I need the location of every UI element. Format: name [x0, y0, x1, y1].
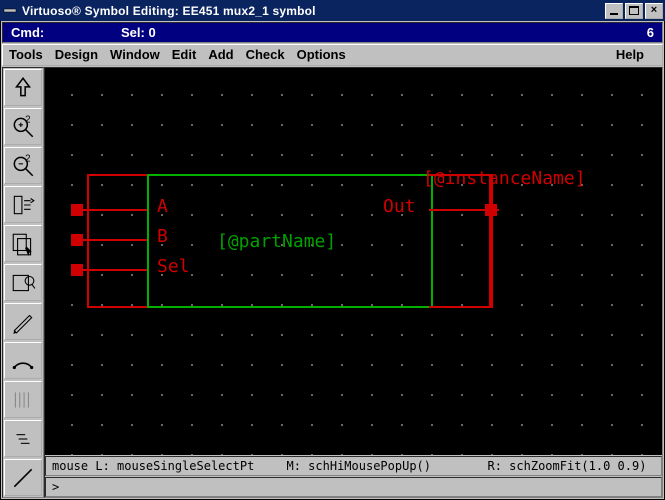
- menu-design[interactable]: Design: [55, 47, 98, 62]
- tool-arc-icon[interactable]: [4, 342, 42, 379]
- status-right: R: schZoomFit(1.0 0.9): [488, 459, 656, 473]
- tool-pencil-icon[interactable]: [4, 303, 42, 340]
- window-titlebar: Virtuoso® Symbol Editing: EE451 mux2_1 s…: [0, 0, 665, 21]
- pin-sel[interactable]: [71, 264, 83, 276]
- label-out: Out: [383, 196, 416, 217]
- pin-out[interactable]: [485, 204, 497, 216]
- tool-select-icon[interactable]: [4, 225, 42, 262]
- status-mid: M: schHiMousePopUp(): [287, 459, 488, 473]
- instancename-label: [@instanceName]: [423, 168, 586, 189]
- menu-edit[interactable]: Edit: [172, 47, 197, 62]
- menu-bar: Tools Design Window Edit Add Check Optio…: [2, 44, 663, 66]
- tool-command-icon[interactable]: [4, 420, 42, 457]
- cmd-label: Cmd:: [11, 25, 121, 40]
- wire-a: [75, 209, 147, 211]
- label-sel: Sel: [157, 256, 190, 277]
- menu-help[interactable]: Help: [616, 47, 644, 62]
- pin-b[interactable]: [71, 234, 83, 246]
- system-menu-icon[interactable]: [2, 3, 18, 19]
- prompt-text: >: [52, 480, 59, 494]
- status-left: mouse L: mouseSingleSelectPt: [52, 459, 287, 473]
- wire-sel: [75, 269, 147, 271]
- schematic-canvas[interactable]: A B Sel Out [@partName] [@instanceName]: [45, 68, 662, 455]
- tool-region-icon[interactable]: [4, 264, 42, 301]
- menu-check[interactable]: Check: [246, 47, 285, 62]
- command-bar: Cmd: Sel: 0 6: [2, 22, 663, 43]
- tool-property-icon[interactable]: [4, 381, 42, 418]
- partname-label: [@partName]: [217, 231, 336, 252]
- mouse-status-bar: mouse L: mouseSingleSelectPt M: schHiMou…: [45, 456, 662, 476]
- pin-a[interactable]: [71, 204, 83, 216]
- maximize-button[interactable]: [625, 3, 643, 19]
- menu-tools[interactable]: Tools: [9, 47, 43, 62]
- output-box: [429, 174, 491, 308]
- cmd-count: 6: [647, 25, 654, 40]
- label-b: B: [157, 226, 168, 247]
- tool-stretch-icon[interactable]: [4, 186, 42, 223]
- svg-text:2: 2: [25, 153, 30, 164]
- command-prompt[interactable]: >: [45, 477, 662, 497]
- menu-window[interactable]: Window: [110, 47, 160, 62]
- menu-options[interactable]: Options: [297, 47, 346, 62]
- tool-zoom-in-icon[interactable]: 2: [4, 108, 42, 145]
- tool-zoom-out-icon[interactable]: 2: [4, 147, 42, 184]
- wire-b: [75, 239, 147, 241]
- minimize-button[interactable]: [605, 3, 623, 19]
- sel-label: Sel: 0: [121, 25, 647, 40]
- close-button[interactable]: ×: [645, 3, 663, 19]
- tool-palette: 2 2: [2, 67, 44, 498]
- tool-save-icon[interactable]: [4, 69, 42, 106]
- window-title: Virtuoso® Symbol Editing: EE451 mux2_1 s…: [22, 4, 603, 18]
- menu-add[interactable]: Add: [208, 47, 233, 62]
- svg-text:2: 2: [25, 114, 30, 125]
- tool-line-icon[interactable]: [4, 459, 42, 496]
- label-a: A: [157, 196, 168, 217]
